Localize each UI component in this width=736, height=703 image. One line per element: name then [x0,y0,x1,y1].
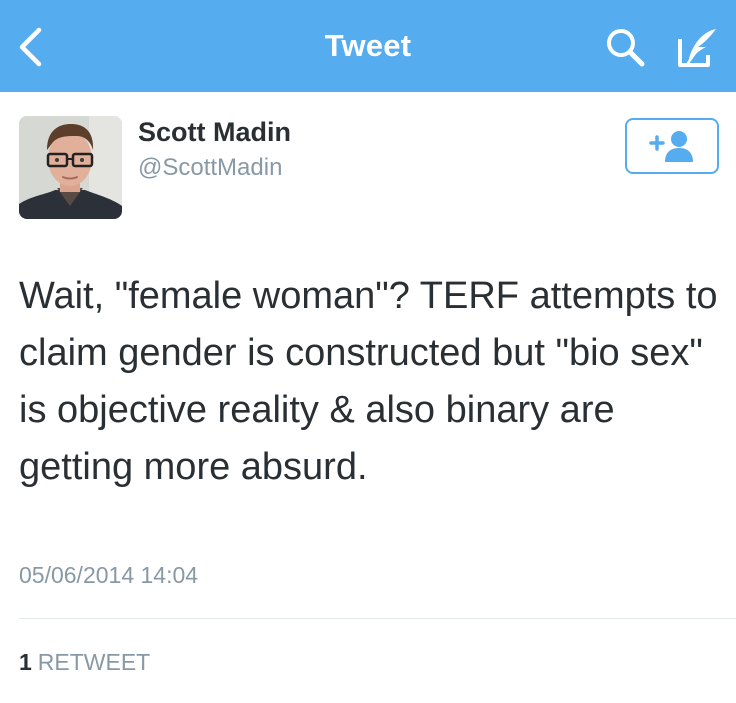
compose-button[interactable] [672,22,724,72]
divider [19,618,736,619]
tweet-text: Wait, "female woman"? TERF attempts to c… [19,275,718,488]
compose-icon [678,29,716,67]
navigation-bar: Tweet [0,0,736,92]
tweet-timestamp: 05/06/2014 14:04 [19,562,199,588]
search-icon [607,29,645,67]
author-handle[interactable]: @ScottMadin [138,154,282,182]
avatar[interactable] [19,116,122,219]
retweet-count: 1 [19,649,32,675]
retweet-label: RETWEET [37,649,151,675]
author-name[interactable]: Scott Madin [138,117,291,148]
add-user-icon [649,131,693,162]
retweet-stats[interactable]: 1 RETWEET [19,649,150,676]
follow-button[interactable] [625,118,719,174]
search-button[interactable] [600,22,650,72]
